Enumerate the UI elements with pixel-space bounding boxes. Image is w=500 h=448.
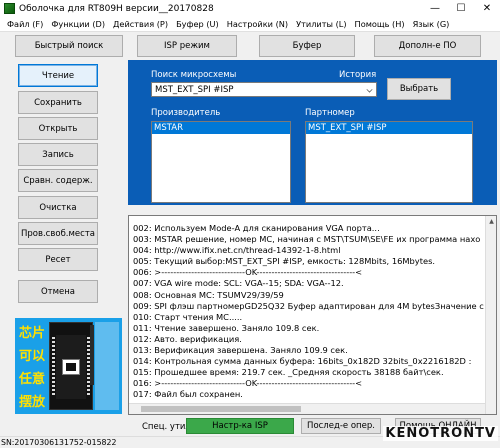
chevron-down-icon[interactable]: [366, 86, 373, 93]
zif-caption-line: 芯片: [18, 326, 45, 341]
part-number-list[interactable]: MST_EXT_SPI #ISP: [305, 121, 473, 203]
app-icon: [4, 3, 15, 14]
quick-search-button[interactable]: Быстрый поиск: [15, 35, 123, 57]
menu-bar: Файл (F) Функции (D) Действия (P) Буфер …: [0, 17, 500, 32]
watermark-logo: KENOTRONTV: [383, 426, 498, 441]
log-line: 012: Авто. верификация.: [133, 333, 242, 344]
log-line: 016: >----------------------------OK----…: [133, 378, 363, 389]
chip-search-value: MST_EXT_SPI #ISP: [155, 84, 234, 95]
log-line: 009: SPI флэш партномерGD25Q32 Буфер ада…: [133, 300, 484, 311]
save-button[interactable]: Сохранить: [18, 91, 98, 114]
menu-actions[interactable]: Действия (P): [109, 19, 172, 29]
compare-button[interactable]: Сравн. содерж.: [18, 169, 98, 192]
reset-button[interactable]: Ресет: [18, 248, 98, 271]
log-output[interactable]: 002: Используем Mode-A для сканирования …: [128, 215, 497, 415]
erase-button[interactable]: Очистка: [18, 196, 98, 219]
open-button[interactable]: Открыть: [18, 117, 98, 140]
menu-file[interactable]: Файл (F): [3, 19, 47, 29]
log-line: 015: Прошедшее время: 219.7 сек. _Средня…: [133, 367, 444, 378]
zif-caption-line: 摆放: [18, 395, 45, 410]
menu-buffer[interactable]: Буфер (U): [172, 19, 223, 29]
menu-functions[interactable]: Функции (D): [47, 19, 109, 29]
log-line: 017: Файл был сохранен.: [133, 389, 243, 400]
minimize-button[interactable]: —: [422, 0, 448, 17]
zif-caption-line: 任意: [18, 372, 45, 387]
manufacturer-list[interactable]: MSTAR: [151, 121, 291, 203]
log-vertical-scrollbar[interactable]: ▲: [485, 216, 496, 414]
menu-help[interactable]: Помощь (H): [351, 19, 409, 29]
zif-socket-image: 芯片 可以 任意 摆放: [15, 318, 122, 414]
scroll-up-icon[interactable]: ▲: [486, 216, 496, 227]
log-line: 005: Текущий выбор:MST_EXT_SPI #ISP, емк…: [133, 256, 436, 267]
part-number-label: Партномер: [305, 108, 355, 118]
read-button[interactable]: Чтение: [18, 64, 98, 87]
log-line: 014: Контрольная сумма данных буфера: 16…: [133, 356, 472, 367]
log-line: 004: http://www.ifix.net.cn/thread-14392…: [133, 245, 341, 256]
part-number-list-item[interactable]: MST_EXT_SPI #ISP: [306, 122, 472, 134]
isp-mode-button[interactable]: ISP режим: [137, 35, 237, 57]
maximize-button[interactable]: ☐: [448, 0, 474, 17]
log-lines: 002: Используем Mode-A для сканирования …: [133, 223, 484, 401]
select-chip-button[interactable]: Выбрать: [387, 78, 451, 100]
last-operation-button[interactable]: Послед-е опер.: [301, 418, 381, 434]
isp-settings-button[interactable]: Настр-ка ISP: [186, 418, 294, 434]
title-bar: Оболочка для RT809H версии__20170828 — ☐…: [0, 0, 500, 17]
scroll-thumb[interactable]: [141, 406, 301, 412]
menu-settings[interactable]: Настройки (N): [223, 19, 292, 29]
log-line: 007: VGA wire mode: SCL: VGA--15; SDA: V…: [133, 278, 344, 289]
history-label: История: [339, 70, 377, 80]
log-horizontal-scrollbar[interactable]: [129, 403, 485, 414]
log-line: 011: Чтение завершено. Заняло 109.8 сек.: [133, 322, 320, 333]
chip-search-label: Поиск микросхемы: [151, 70, 237, 80]
zif-caption: 芯片 可以 任意 摆放: [17, 322, 47, 414]
manufacturer-label: Производитель: [151, 108, 221, 118]
log-line: 002: Используем Mode-A для сканирования …: [133, 223, 380, 233]
serial-number: SN:20170306131752-015822: [1, 438, 117, 447]
cancel-button[interactable]: Отмена: [18, 280, 98, 303]
socket-board: [95, 322, 119, 410]
extra-software-button[interactable]: Дополн-е ПО: [374, 35, 481, 57]
chip-select-panel: Поиск микросхемы История MST_EXT_SPI #IS…: [128, 60, 497, 205]
log-line: 010: Старт чтения МС.....: [133, 311, 243, 322]
log-line: 006: >----------------------------OK----…: [133, 267, 363, 278]
window-title: Оболочка для RT809H версии__20170828: [19, 3, 214, 14]
log-line: 008: Основная МС: TSUMV29/39/59: [133, 289, 284, 300]
chip-search-combo[interactable]: MST_EXT_SPI #ISP: [151, 82, 377, 97]
manufacturer-list-item[interactable]: MSTAR: [152, 122, 290, 134]
menu-utilities[interactable]: Утилиты (L): [292, 19, 350, 29]
socket-icon: [49, 322, 94, 410]
log-line: 003: MSTAR решение, номер МС, начиная с …: [133, 234, 481, 245]
socket-slot-inner: [66, 363, 76, 371]
menu-language[interactable]: Язык (G): [409, 19, 454, 29]
log-line: 013: Верификация завершена. Заняло 109.9…: [133, 345, 348, 356]
close-button[interactable]: ✕: [474, 0, 500, 17]
zif-caption-line: 可以: [18, 349, 45, 364]
blank-check-button[interactable]: Пров.своб.места: [18, 222, 98, 245]
write-button[interactable]: Запись: [18, 143, 98, 166]
socket-lever: [90, 325, 94, 385]
socket-pins-left: [52, 337, 55, 397]
buffer-button[interactable]: Буфер: [259, 35, 355, 57]
